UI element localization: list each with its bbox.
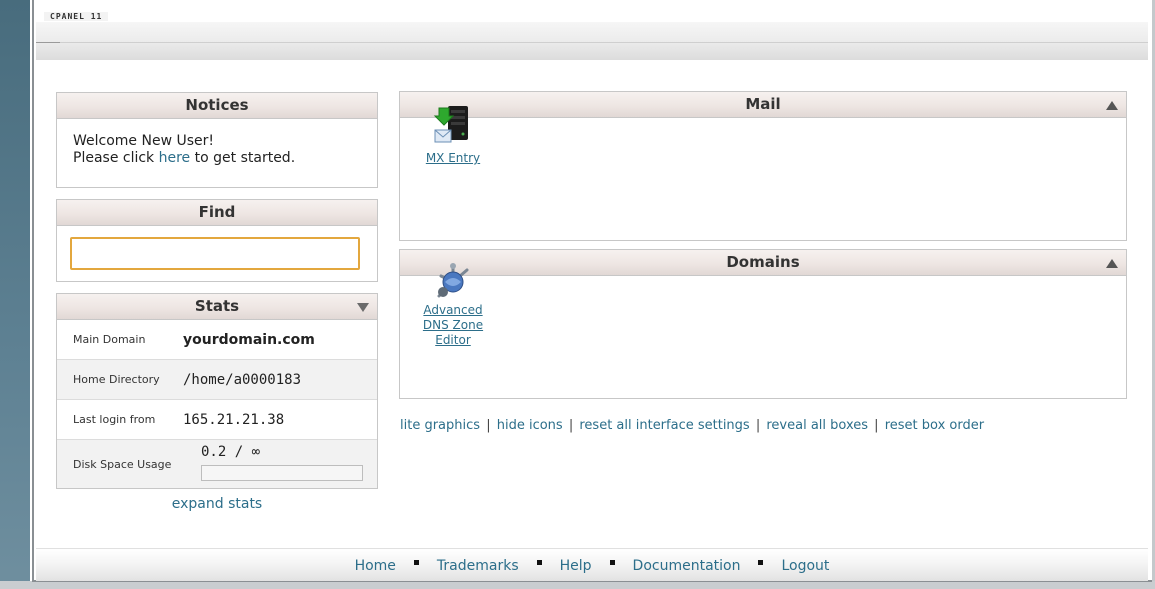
header-rule-left	[36, 42, 60, 43]
hide-icons-link[interactable]: hide icons	[497, 418, 563, 433]
disk-usage-value: 0.2 / ∞	[201, 444, 261, 460]
footer-trademarks-link[interactable]: Trademarks	[437, 558, 519, 574]
reveal-all-boxes-link[interactable]: reveal all boxes	[766, 418, 868, 433]
triangle-up-icon[interactable]	[1106, 250, 1118, 284]
footer-logout-link[interactable]: Logout	[781, 558, 829, 574]
mx-entry-icon	[433, 106, 468, 143]
stat-row-last-login: Last login from 165.21.21.38	[57, 400, 377, 440]
domains-box: Domains Advanced DNS Zone Editor	[399, 249, 1127, 399]
get-started-text-pre: Please click	[73, 150, 159, 166]
reset-box-order-link[interactable]: reset box order	[885, 418, 984, 433]
stats-header[interactable]: Stats	[57, 294, 377, 320]
last-login-label: Last login from	[73, 413, 156, 426]
footer-help-link[interactable]: Help	[560, 558, 592, 574]
footer-bullet	[758, 560, 764, 565]
expand-stats-link[interactable]: expand stats	[56, 496, 378, 512]
mail-header[interactable]: Mail	[400, 92, 1126, 118]
domains-title: Domains	[726, 253, 800, 271]
mx-entry-tool[interactable]: MX Entry	[410, 104, 496, 166]
stat-row-disk-usage: Disk Space Usage 0.2 / ∞	[57, 440, 377, 488]
header-band	[36, 22, 1148, 60]
link-separator: |	[486, 418, 491, 433]
reset-all-interface-settings-link[interactable]: reset all interface settings	[579, 418, 749, 433]
triangle-up-icon[interactable]	[1106, 92, 1118, 126]
last-login-value: 165.21.21.38	[183, 411, 285, 428]
mx-entry-label: MX Entry	[425, 151, 481, 165]
link-separator: |	[568, 418, 574, 433]
footer-nav: Home Trademarks Help Documentation Logout	[36, 558, 1148, 574]
dns-zone-editor-icon	[437, 263, 469, 298]
main-domain-label: Main Domain	[73, 333, 146, 346]
get-started-text-post: to get started.	[190, 150, 296, 166]
welcome-message: Welcome New User!	[73, 133, 214, 149]
link-separator: |	[755, 418, 761, 433]
notices-body: Welcome New User! Please click here to g…	[57, 119, 377, 181]
footer-bullet	[609, 560, 615, 565]
domains-header[interactable]: Domains	[400, 250, 1126, 276]
footer-home-link[interactable]: Home	[355, 558, 396, 574]
link-separator: |	[874, 418, 879, 433]
stats-box: Stats Main Domain yourdomain.com Home Di…	[56, 293, 378, 489]
footer-bullet	[536, 560, 542, 565]
mail-box: Mail MX Entry	[399, 91, 1127, 241]
home-directory-label: Home Directory	[73, 373, 160, 386]
get-started-link[interactable]: here	[159, 150, 191, 166]
notices-title: Notices	[57, 93, 377, 119]
find-box: Find	[56, 199, 378, 282]
stat-row-home-directory: Home Directory /home/a0000183	[57, 360, 377, 400]
footer-bullet	[413, 560, 419, 565]
home-directory-value: /home/a0000183	[183, 371, 302, 388]
cpanel-brand-label: CPANEL 11	[44, 12, 109, 21]
get-started-line: Please click here to get started.	[73, 150, 361, 167]
disk-usage-bar	[201, 465, 363, 481]
advanced-dns-zone-editor-label: Advanced DNS Zone Editor	[422, 303, 484, 347]
advanced-dns-zone-editor-tool[interactable]: Advanced DNS Zone Editor	[410, 262, 496, 348]
footer-bar: Home Trademarks Help Documentation Logout	[36, 548, 1148, 581]
left-sidebar-strip	[0, 0, 30, 589]
disk-usage-label: Disk Space Usage	[73, 457, 172, 471]
header-rule	[36, 42, 1148, 43]
lite-graphics-link[interactable]: lite graphics	[400, 418, 480, 433]
find-title: Find	[57, 200, 377, 226]
notices-box: Notices Welcome New User! Please click h…	[56, 92, 378, 188]
bottom-strip	[0, 581, 1155, 589]
main-domain-value: yourdomain.com	[183, 331, 315, 348]
mail-title: Mail	[745, 95, 781, 113]
stats-title: Stats	[194, 297, 240, 315]
footer-documentation-link[interactable]: Documentation	[633, 558, 741, 574]
interface-links: lite graphics | hide icons | reset all i…	[400, 418, 1120, 433]
stat-row-main-domain: Main Domain yourdomain.com	[57, 320, 377, 360]
find-search-input[interactable]	[70, 237, 360, 270]
